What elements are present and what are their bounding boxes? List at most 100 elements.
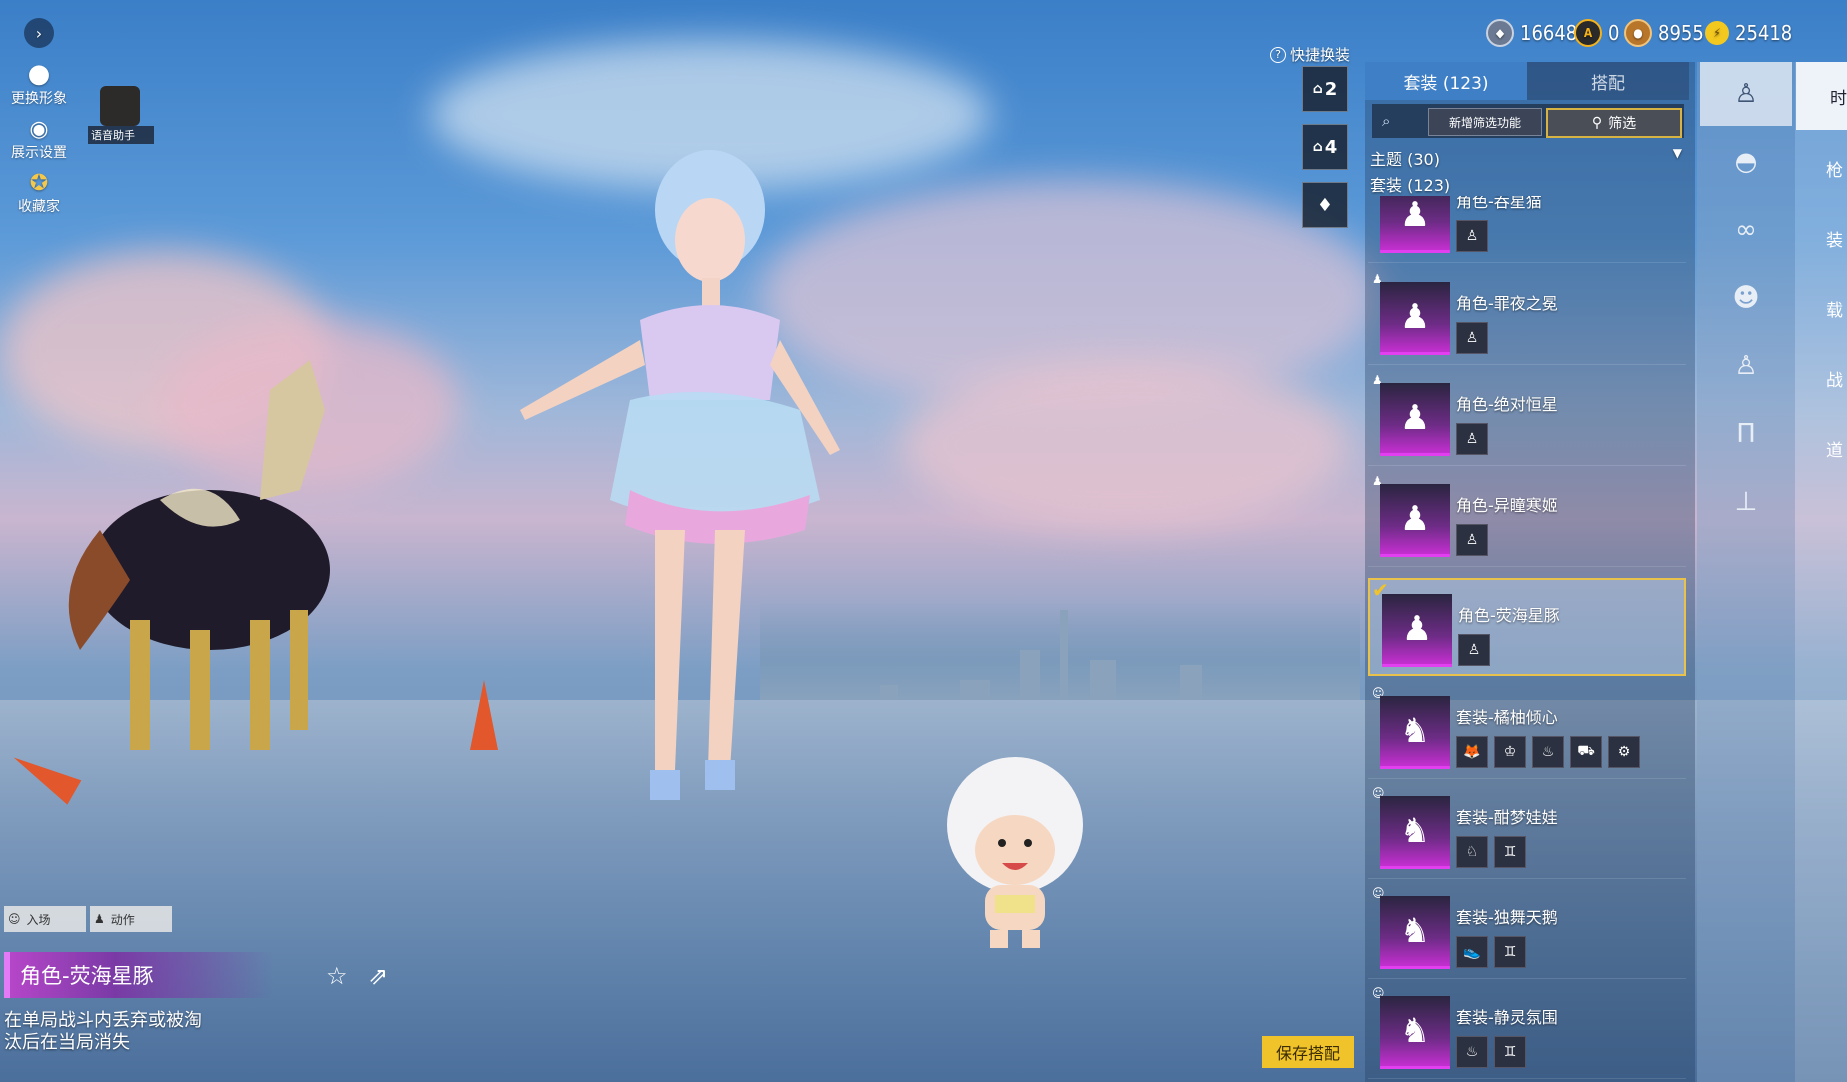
suit-list[interactable]: ♟ 角色-吞星猫 ♙ ♟ ♟ 角色-罪夜之冕 ♙ ♟ ♟ 角色-绝对恒星 ♙ ♟… — [1368, 196, 1686, 1082]
quick-change-slot-4[interactable]: ⌂ 4 — [1302, 124, 1348, 170]
cap-icon: ◓ — [1734, 147, 1758, 177]
entrance-label: 入场 — [26, 912, 51, 927]
nav-gun[interactable]: 枪 — [1826, 156, 1843, 181]
list-item[interactable]: ♟ ♟ 角色-罪夜之冕 ♙ — [1368, 268, 1686, 365]
shoe-icon: 👟 — [1456, 936, 1488, 968]
new-filter-button[interactable]: 新增筛选功能 — [1428, 108, 1542, 136]
item-name: 套装-橘柚倾心 — [1456, 708, 1558, 727]
suits-label: 套装 (123) — [1370, 176, 1451, 195]
nav-fashion[interactable]: 时 — [1796, 62, 1847, 130]
outfit-thumbnail: ♞ — [1380, 896, 1450, 969]
nav-battle[interactable]: 战 — [1826, 366, 1843, 391]
pants-icon: Π — [1736, 419, 1756, 449]
figure-icon: ♙ — [1456, 322, 1488, 354]
filter-label: 筛选 — [1608, 116, 1637, 132]
category-glasses[interactable]: ∞ — [1700, 198, 1792, 262]
tab-suits[interactable]: 套装 (123) — [1365, 62, 1527, 100]
currency-gem: ◆ 16648 — [1486, 18, 1577, 48]
nav-outfit[interactable]: 装 — [1826, 226, 1843, 251]
nav-vehicle[interactable]: 载 — [1826, 296, 1843, 321]
suits-section-header: 套装 (123) — [1370, 172, 1450, 196]
outfit-thumbnail: ♟ — [1380, 484, 1450, 557]
search-icon[interactable]: ⌕ — [1382, 112, 1390, 130]
currency-a: A 0 — [1574, 18, 1619, 48]
list-item[interactable]: ☺ ♞ 套装-橘柚倾心 🦊 ♔ ♨ ⛟ ⚙ — [1368, 682, 1686, 779]
nav-label: 装 — [1826, 231, 1843, 251]
category-mask[interactable]: ☻ — [1700, 266, 1792, 330]
change-avatar-label: 更换形象 — [11, 91, 67, 107]
pet-sheep-figure — [947, 757, 1083, 948]
currency-value: 0 — [1608, 21, 1620, 45]
dress-icon: ♔ — [1494, 736, 1526, 768]
list-item[interactable]: ♟ 角色-吞星猫 ♙ — [1368, 196, 1686, 263]
category-body[interactable]: ♙ — [1700, 334, 1792, 398]
entrance-button[interactable]: ☺ 入场 — [4, 906, 86, 932]
quick-change-slot-2[interactable]: ⌂ 2 — [1302, 66, 1348, 112]
figure-icon: ♙ — [1458, 634, 1490, 666]
category-figure[interactable]: ♙ — [1700, 62, 1792, 126]
list-item[interactable]: ♟ ♟ 角色-绝对恒星 ♙ — [1368, 369, 1686, 466]
tab-match[interactable]: 搭配 — [1527, 62, 1689, 100]
save-outfit-button[interactable]: 保存搭配 — [1262, 1036, 1354, 1068]
item-name: 套装-静灵氛围 — [1456, 1008, 1558, 1027]
item-name: 套装-独舞天鹅 — [1456, 908, 1558, 927]
character-name: 角色-荧海星豚 — [20, 964, 154, 988]
currency-lightning: ⚡ 25418 — [1705, 18, 1792, 48]
slot-number: 2 — [1324, 78, 1338, 100]
change-avatar-button[interactable]: ● 更换形象 — [4, 60, 74, 108]
caret-down-icon: ▼ — [1672, 146, 1682, 160]
category-hat[interactable]: ◓ — [1700, 130, 1792, 194]
voice-assistant-button[interactable]: 语音助手 — [88, 86, 154, 144]
item-name: 角色-荧海星豚 — [1458, 606, 1560, 625]
save-outfit-label: 保存搭配 — [1275, 1044, 1340, 1063]
bike-icon: ⚙ — [1608, 736, 1640, 768]
currency-bronze: ● 8955 — [1624, 18, 1704, 48]
a-coin-icon: A — [1574, 19, 1602, 47]
filter-button[interactable]: ⚲ 筛选 — [1546, 108, 1682, 138]
category-boots[interactable]: ⊥ — [1700, 470, 1792, 534]
main-nav-strip — [1795, 62, 1847, 1082]
nav-label: 道 — [1826, 441, 1843, 461]
action-button[interactable]: ♟ 动作 — [90, 906, 172, 932]
quick-change-title[interactable]: ? 快捷换装 — [1270, 44, 1350, 65]
player-character-figure — [520, 150, 840, 800]
fox-icon: 🦊 — [1456, 736, 1488, 768]
bag-icon: ♨ — [1532, 736, 1564, 768]
expand-button[interactable]: › — [4, 18, 74, 48]
collector-button[interactable]: ✪ 收藏家 — [4, 172, 74, 216]
share-icon[interactable]: ⇗ — [368, 962, 388, 990]
figure-icon: ♙ — [1456, 423, 1488, 455]
bag-icon: ♨ — [1456, 1036, 1488, 1068]
person-icon: ● — [27, 59, 51, 89]
theme-label: 主题 (30) — [1370, 150, 1440, 169]
favorite-frame-icon[interactable]: ☆ — [326, 962, 348, 990]
smiley-icon: ☺ — [8, 912, 21, 926]
new-filter-label: 新增筛选功能 — [1448, 115, 1521, 130]
currency-value: 8955 — [1658, 21, 1704, 45]
slot-number: 4 — [1324, 136, 1338, 158]
list-item[interactable]: ☺ ♞ 套装-酣梦娃娃 ♘ ♊ — [1368, 782, 1686, 879]
category-pants[interactable]: Π — [1700, 402, 1792, 466]
list-item-selected[interactable]: ✔ ♟ 角色-荧海星豚 ♙ — [1368, 578, 1686, 676]
theme-section-header[interactable]: 主题 (30) ▼ — [1370, 146, 1682, 170]
display-settings-button[interactable]: ◉ 展示设置 — [4, 118, 74, 162]
item-name: 角色-吞星猫 — [1456, 196, 1542, 211]
list-item[interactable]: ☺ ♞ 套装-独舞天鹅 👟 ♊ — [1368, 882, 1686, 979]
assistant-avatar — [100, 86, 140, 126]
list-item[interactable]: ♟ ♟ 角色-异瞳寒姬 ♙ — [1368, 470, 1686, 567]
currency-value: 16648 — [1520, 21, 1578, 45]
glasses-icon: ∞ — [1735, 215, 1757, 245]
outfit-thumbnail: ♞ — [1380, 696, 1450, 769]
quick-change-label: 快捷换装 — [1290, 46, 1351, 64]
tab-match-label: 搭配 — [1591, 73, 1625, 94]
hanger-icon: ⌂ — [1312, 81, 1323, 97]
list-item[interactable]: ☺ ♞ 套装-静灵氛围 ♨ ♊ — [1368, 982, 1686, 1079]
nav-item[interactable]: 道 — [1826, 436, 1843, 461]
collector-label: 收藏家 — [18, 199, 60, 215]
diamond-slot-button[interactable]: ♦ — [1302, 182, 1348, 228]
lightning-coin-icon: ⚡ — [1705, 21, 1729, 45]
outfit-thumbnail: ♞ — [1380, 996, 1450, 1069]
chevron-right-icon: › — [24, 18, 54, 48]
fox-icon: ♘ — [1456, 836, 1488, 868]
outfit-thumbnail: ♟ — [1380, 196, 1450, 253]
